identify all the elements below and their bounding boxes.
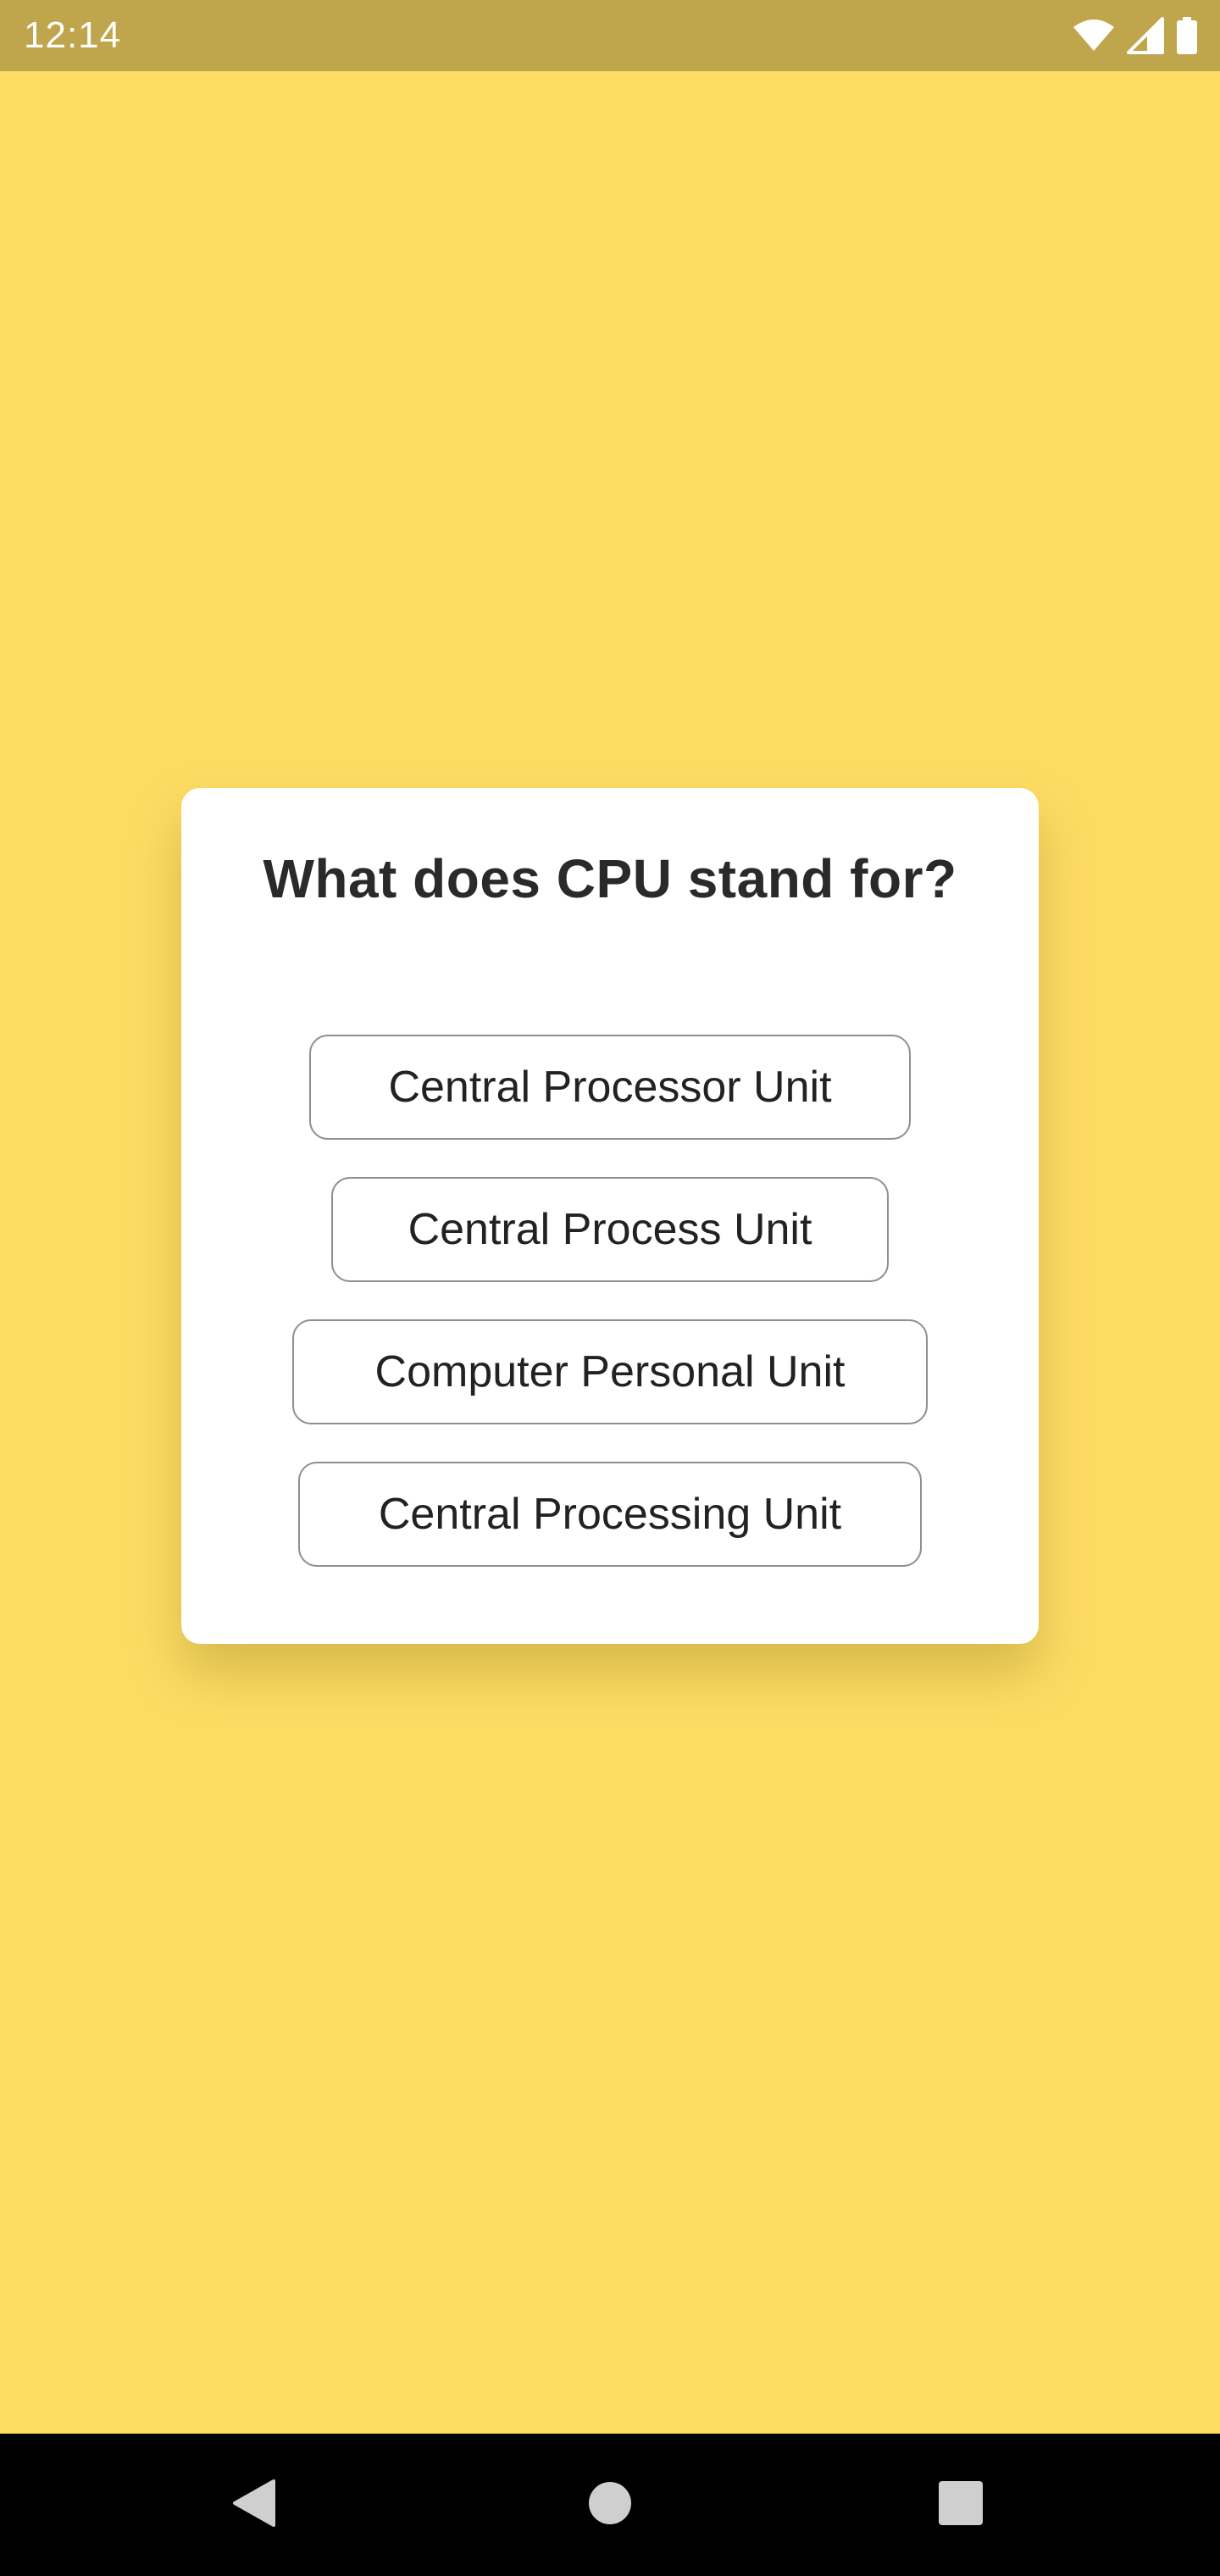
answer-button-2[interactable]: Central Process Unit [331, 1177, 889, 1282]
status-icons [1073, 0, 1198, 71]
home-icon [588, 2481, 632, 2529]
answer-button-4[interactable]: Central Processing Unit [298, 1462, 922, 1567]
quiz-card: What does CPU stand for? Central Process… [181, 788, 1039, 1644]
status-time: 12:14 [24, 14, 122, 56]
battery-icon [1176, 17, 1198, 54]
status-bar: 12:14 [0, 0, 1220, 71]
back-icon [231, 2478, 277, 2533]
cell-signal-icon [1127, 17, 1164, 54]
wifi-icon [1073, 19, 1115, 53]
answer-button-3[interactable]: Computer Personal Unit [292, 1319, 928, 1424]
navigation-bar [0, 2434, 1220, 2576]
recents-icon [938, 2480, 984, 2530]
recents-button[interactable] [910, 2434, 1012, 2576]
question-text: What does CPU stand for? [263, 848, 957, 909]
home-button[interactable] [559, 2434, 661, 2576]
answer-button-1[interactable]: Central Processor Unit [309, 1035, 911, 1140]
back-button[interactable] [203, 2434, 305, 2576]
